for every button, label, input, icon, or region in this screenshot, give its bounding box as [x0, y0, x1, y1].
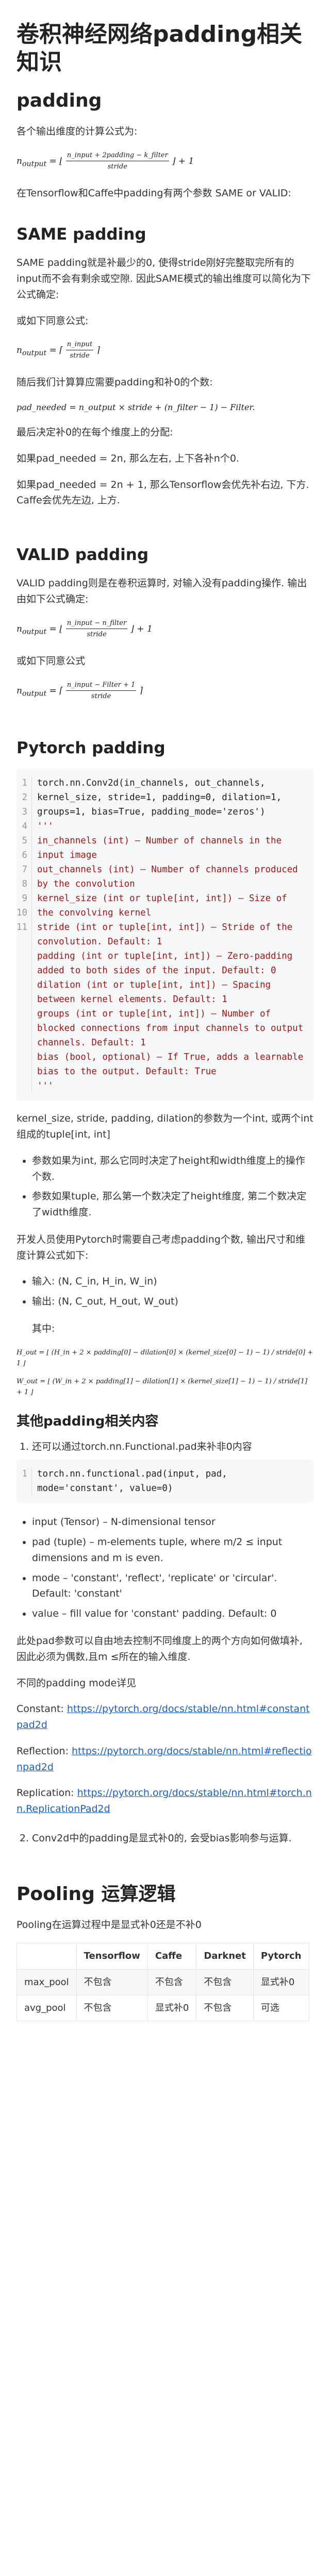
code-line-numbers: 1 2 3 4 5 6 7 8 9 10 11 [16, 776, 32, 1094]
pooling-heading: Pooling 运算逻辑 [16, 1883, 176, 1905]
code-line: padding (int or tuple[int, int]) – Zero-… [37, 951, 298, 976]
pad-code-block[interactable]: 1 torch.nn.functional.pad(input, pad, mo… [16, 1460, 314, 1503]
pytorch-section: Pytorch padding 1 2 3 4 5 6 7 8 9 10 11 torch.nn.C… [16, 738, 314, 1398]
valid-formula-2: noutput = ⌈ n_input − Filter + 1 stride … [16, 680, 314, 702]
code-line: stride (int or tuple[int, int]) – Stride… [37, 922, 298, 947]
valid-section: VALID padding VALID padding则是在卷积运算时, 对输入… [16, 545, 314, 702]
same-even: 如果pad_needed = 2n, 那么左右, 上下各补n个0. [16, 452, 239, 464]
pad-needed-formula: pad_needed = n_output × stride + (n_filt… [16, 402, 255, 413]
conv2d-code-block[interactable]: 1 2 3 4 5 6 7 8 9 10 11 torch.nn.Conv2d(in_channel… [16, 769, 314, 1101]
modes-title: 不同的padding mode详见 [16, 1677, 137, 1689]
same-simplify: 或如下同意公式: [16, 315, 89, 327]
code-line: ''' [37, 1081, 54, 1092]
pad-note: 此处pad参数可以自由地去控制不同维度上的两个方向如何做填补, 因此必须为偶数,… [16, 1635, 303, 1663]
table-cell: 不包含 [76, 1994, 148, 2021]
code-line: out_channels (int) – Number of channels … [37, 865, 304, 890]
list-item: 参数如果tuple, 那么第一个数决定了height维度, 第二个数决定了wid… [32, 1189, 314, 1221]
pooling-desc: Pooling在运算过程中是显式补0还是不补0 [16, 1919, 202, 1930]
params-bullets: 参数如果为int, 那么它同时决定了height和width维度上的操作个数. … [16, 1153, 314, 1221]
table-header-row: Tensorflow Caffe Darknet Pytorch [16, 1943, 309, 1970]
table-cell: 显式补0 [147, 1994, 197, 2021]
list-item: mode – 'constant', 'reflect', 'replicate… [32, 1570, 314, 1602]
reflection-link-row: Reflection: https://pytorch.org/docs/sta… [16, 1745, 312, 1773]
padding-section: padding 各个输出维度的计算公式为: noutput = ⌊ n_inpu… [16, 89, 314, 201]
valid-desc: VALID padding则是在卷积运算时, 对输入没有padding操作. 输… [16, 578, 307, 605]
table-header [16, 1943, 77, 1970]
list-item: Conv2d中的padding是显式补0的, 会受bias影响参与运算. [32, 1831, 314, 1846]
table-header: Darknet [196, 1943, 254, 1970]
padding-heading: padding [16, 90, 102, 112]
replication-link-row: Replication: https://pytorch.org/docs/st… [16, 1787, 312, 1815]
code-line: bias (bool, optional) – If True, adds a … [37, 1052, 309, 1077]
other-list: 还可以通过torch.nn.Functional.pad来补非0内容 1 tor… [16, 1439, 314, 1503]
list-item: 还可以通过torch.nn.Functional.pad来补非0内容 1 tor… [16, 1439, 314, 1503]
table-cell: 可选 [253, 1994, 309, 2021]
constant-link-row: Constant: https://pytorch.org/docs/stabl… [16, 1703, 310, 1731]
output-size-formula: noutput = ⌊ n_input + 2padding − k_filte… [16, 150, 314, 172]
padding-intro: 各个输出维度的计算公式为: [16, 126, 138, 138]
code-lines: torch.nn.Conv2d(in_channels, out_channel… [37, 776, 306, 1093]
other-heading: 其他padding相关内容 [16, 1413, 159, 1429]
same-section: SAME padding SAME padding就是补最少的0, 使得stri… [16, 224, 314, 509]
code-line: torch.nn.functional.pad(input, pad, mode… [37, 1469, 233, 1494]
table-cell: 不包含 [196, 1969, 254, 1995]
code-line: in_channels (int) – Number of channels i… [37, 836, 287, 861]
formula-denominator: stride [107, 163, 127, 171]
list-item: 输入: (N, C_in, H_in, W_in) [32, 1274, 314, 1290]
pooling-table: Tensorflow Caffe Darknet Pytorch max_poo… [16, 1943, 309, 2021]
params-note: kernel_size, stride, padding, dilation的参… [16, 1113, 314, 1140]
table-cell: 显式补0 [253, 1969, 309, 1995]
table-header: Caffe [147, 1943, 197, 1970]
code-line: groups (int or tuple[int, int]) – Number… [37, 1009, 309, 1048]
code-line: kernel_size (int or tuple[int, int]) – S… [37, 893, 293, 919]
where-label: 其中: [32, 1323, 55, 1334]
list-item: input (Tensor) – N-dimensional tensor [32, 1514, 314, 1530]
list-item: 输出: (N, C_out, H_out, W_out) [32, 1294, 314, 1310]
table-cell: avg_pool [16, 1994, 77, 2021]
same-then: 随后我们计算算应需要padding和补0的个数: [16, 377, 213, 388]
list-item: value – fill value for 'constant' paddin… [32, 1606, 314, 1622]
list-item: 参数如果为int, 那么它同时决定了height和width维度上的操作个数. [32, 1153, 314, 1185]
code-line: dilation (int or tuple[int, int]) – Spac… [37, 980, 276, 1005]
pad-params: input (Tensor) – N-dimensional tensor pa… [16, 1514, 314, 1622]
valid-heading: VALID padding [16, 546, 149, 565]
table-cell: 不包含 [76, 1969, 148, 1995]
table-cell: 不包含 [196, 1994, 254, 2021]
code-line: ''' [37, 821, 54, 832]
valid-formula-1: noutput = ⌊ n_input − n_filter stride ⌋ … [16, 618, 314, 640]
pooling-section: Pooling 运算逻辑 Pooling在运算过程中是显式补0还是不补0 Ten… [16, 1883, 314, 2021]
hout-formula: H_out = ⌊ (H_in + 2 × padding[0] − dilat… [16, 1348, 314, 1367]
other-section: 其他padding相关内容 还可以通过torch.nn.Functional.p… [16, 1413, 314, 1846]
same-heading: SAME padding [16, 225, 146, 244]
same-parity: 最后决定补0的在每个维度上的分配: [16, 427, 173, 438]
pytorch-heading: Pytorch padding [16, 738, 166, 757]
same-odd: 如果pad_needed = 2n + 1, 那么Tensorflow会优先补右… [16, 479, 309, 506]
valid-alt: 或如下同意公式 [16, 655, 86, 667]
table-header: Tensorflow [76, 1943, 148, 1970]
page-title: 卷积神经网络padding相关知识 [16, 21, 303, 75]
same-desc: SAME padding就是补最少的0, 使得stride刚好完整取完所有的in… [16, 257, 311, 300]
table-row: max_pool 不包含 不包含 不包含 显式补0 [16, 1969, 309, 1995]
same-formula: noutput = ⌈ n_input stride ⌉ [16, 339, 314, 361]
table-header: Pytorch [253, 1943, 309, 1970]
table-cell: 不包含 [147, 1969, 197, 1995]
padding-note: 在Tensorflow和Caffe中padding有两个参数 SAME or V… [16, 188, 291, 199]
code-line: torch.nn.Conv2d(in_channels, out_channel… [37, 778, 287, 818]
table-row: avg_pool 不包含 显式补0 不包含 可选 [16, 1994, 309, 2021]
list-item: pad (tuple) – m-elements tuple, where m/… [32, 1534, 314, 1566]
table-cell: max_pool [16, 1969, 77, 1995]
other-list-2: Conv2d中的padding是显式补0的, 会受bias影响参与运算. [16, 1831, 314, 1846]
dev-note: 开发人员使用Pytorch时需要自己考虑padding个数, 输出尺寸和维度计算… [16, 1233, 305, 1261]
formula-numerator: n_input + 2padding − k_filter [65, 150, 169, 162]
io-list: 输入: (N, C_in, H_in, W_in) 输出: (N, C_out,… [16, 1274, 314, 1310]
wout-formula: W_out = ⌊ (W_in + 2 × padding[1] − dilat… [16, 1377, 308, 1396]
